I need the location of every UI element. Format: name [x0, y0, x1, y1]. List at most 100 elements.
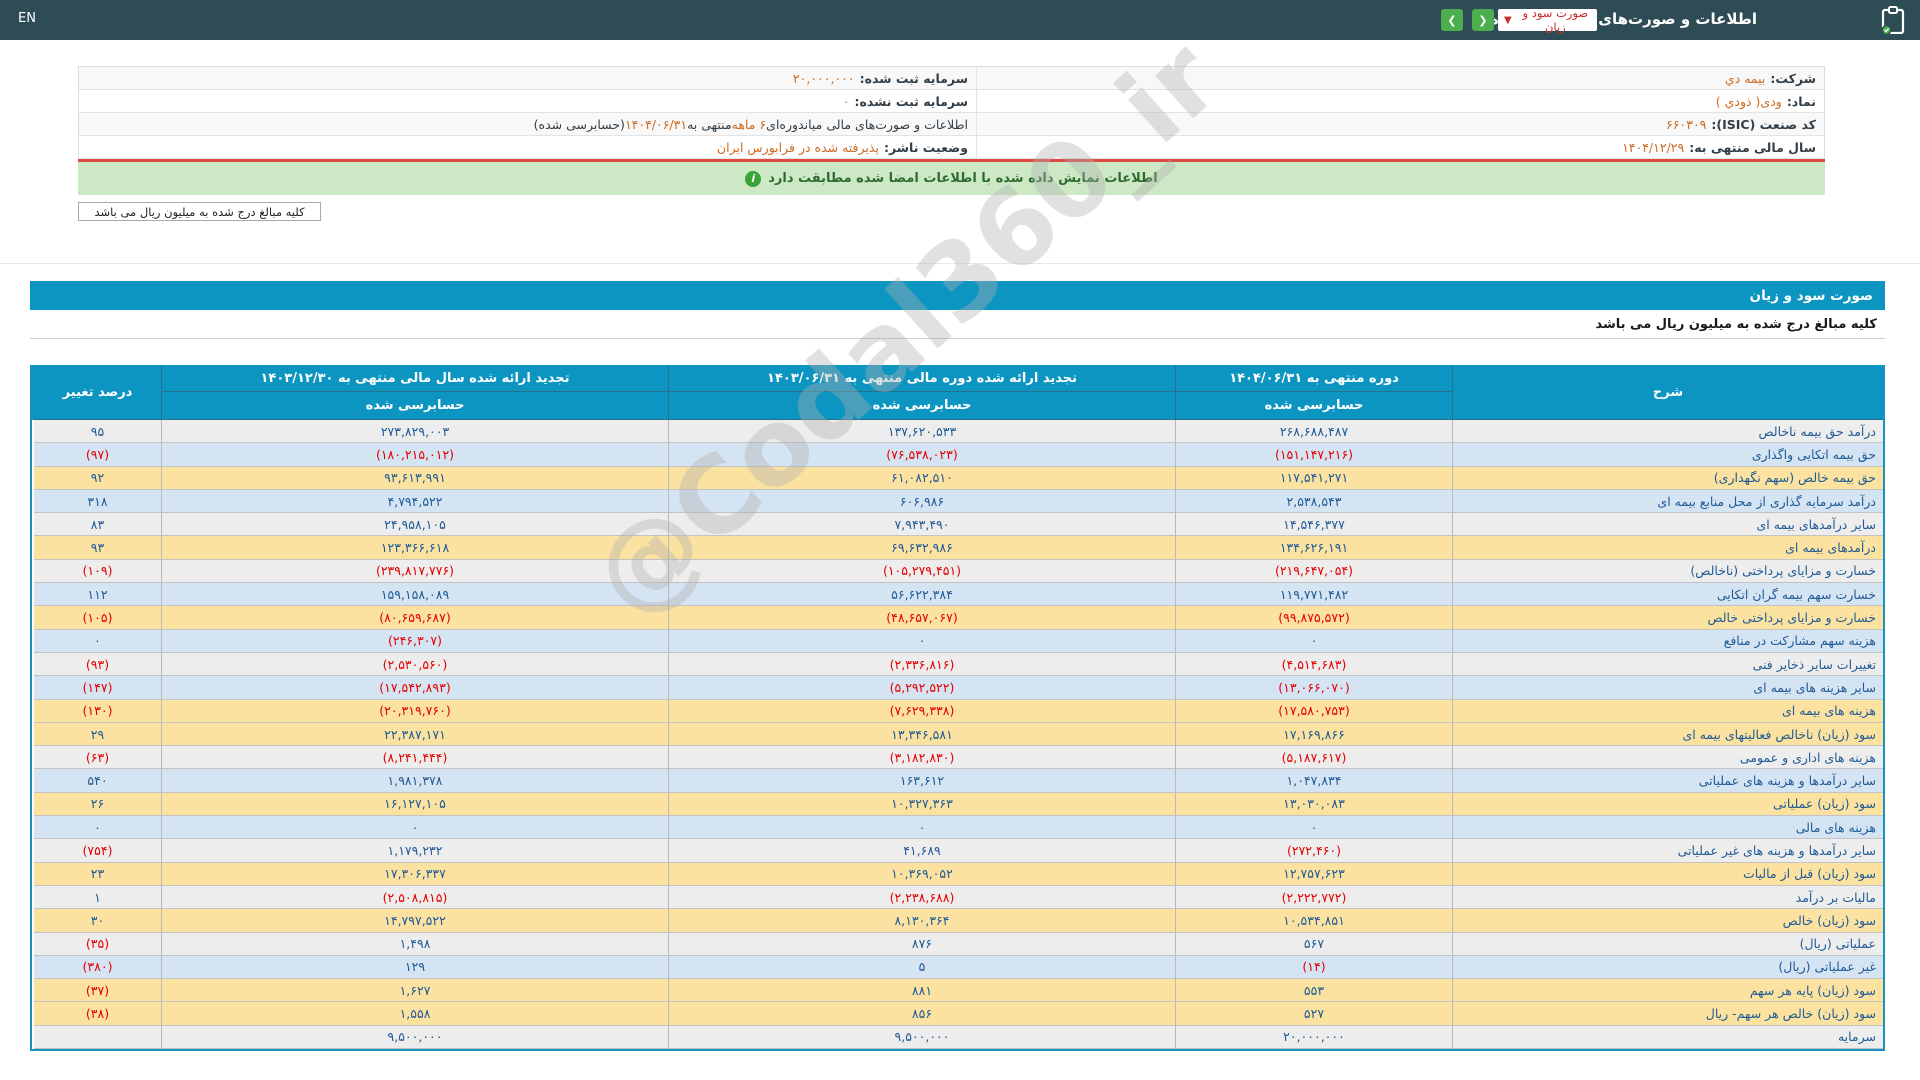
cell-chg: (۳۸۰): [34, 955, 162, 980]
info-icon: i: [745, 170, 762, 187]
fiscal-year-label: سال مالی منتهی به:: [1689, 139, 1816, 155]
row-label: درآمدهای بیمه ای: [1453, 536, 1883, 560]
prev-report-button[interactable]: ❮: [1441, 9, 1463, 31]
cell-chg: (۹۳): [34, 652, 162, 677]
column-header-prior-year: تجدید ارائه شده سال مالی منتهی به ۱۴۰۳/۱…: [162, 365, 669, 392]
cell-chg: ۱۱۲: [34, 583, 162, 607]
cell-v2: ۰: [669, 816, 1176, 840]
cell-v1: ۱,۰۴۷,۸۳۴: [1176, 769, 1453, 793]
next-report-button[interactable]: ❯: [1472, 9, 1494, 31]
cell-v3: ۲۴,۹۵۸,۱۰۵: [162, 513, 669, 537]
cell-chg: (۱۰۵): [34, 606, 162, 630]
cell-v3: ۱,۶۲۷: [162, 979, 669, 1003]
cell-v2: ۰: [669, 629, 1176, 653]
cell-chg: ۳۱۸: [34, 489, 162, 514]
row-label: سود (زیان) پایه هر سهم: [1453, 979, 1883, 1003]
fiscal-year-value: ۱۴۰۴/۱۲/۲۹: [1622, 139, 1685, 155]
cell-v1: ۱۷,۱۶۹,۸۶۶: [1176, 722, 1453, 747]
cell-v2: (۳,۱۸۲,۸۳۰): [669, 746, 1176, 770]
cell-chg: ۳۰: [34, 909, 162, 933]
column-header-description: شرح: [1453, 365, 1883, 420]
cell-v2: ۶۱,۰۸۲,۵۱۰: [669, 466, 1176, 490]
row-label: سایر هزینه های بیمه ای: [1453, 676, 1883, 700]
statement-title-bar: صورت سود و زیان: [30, 281, 1885, 310]
company-label: شرکت:: [1770, 70, 1816, 86]
cell-v1: ۱۴,۵۴۶,۳۷۷: [1176, 513, 1453, 537]
row-label: حق بیمه اتکایی واگذاری: [1453, 443, 1883, 467]
registered-capital-cell: سرمایه ثبت شده: ۲۰,۰۰۰,۰۰۰: [79, 67, 976, 89]
column-subheader-audited: حسابرسی شده: [669, 392, 1176, 420]
statement-unit-note: کلیه مبالغ درج شده به میلیون ریال می باش…: [30, 310, 1885, 339]
cell-v1: ۵۲۷: [1176, 1002, 1453, 1026]
cell-chg: (۳۷): [34, 979, 162, 1003]
top-bar: EN اطلاعات و صورت‌های مالی میاندوره‌ای ▼…: [0, 0, 1920, 40]
cell-v3: ۹۳,۶۱۳,۹۹۱: [162, 466, 669, 490]
listing-status-cell: وضعیت ناشر: پذیرفته شده در فرابورس ایران: [79, 136, 976, 158]
cell-v2: (۴۸,۶۵۷,۰۶۷): [669, 606, 1176, 630]
cell-chg: ۹۳: [34, 536, 162, 560]
company-info-row: کد صنعت (ISIC): ۶۶۰۳۰۹ اطلاعات و صورت‌ها…: [79, 113, 1824, 136]
column-subheader-audited: حسابرسی شده: [162, 392, 669, 420]
codal-financial-statement-page: { "colors": { "accent_blue": "#0d95c2", …: [0, 0, 1920, 1080]
cell-v2: ۴۱,۶۸۹: [669, 839, 1176, 863]
row-label: سود (زیان) ناخالص فعالیتهای بیمه ای: [1453, 722, 1883, 747]
cell-chg: ۰: [34, 816, 162, 840]
cell-v1: (۲۷۲,۴۶۰): [1176, 839, 1453, 863]
cell-v3: ۴,۷۹۴,۵۲۲: [162, 489, 669, 514]
cell-v1: (۱۳,۰۶۶,۰۷۰): [1176, 676, 1453, 700]
cell-v2: (۲,۳۳۶,۸۱۶): [669, 652, 1176, 677]
cell-chg: (۹۷): [34, 443, 162, 467]
period-note-part: اطلاعات و صورت‌های مالی میاندوره‌ای: [766, 116, 968, 132]
row-label: خسارت و مزایای پرداختی (ناخالص): [1453, 559, 1883, 584]
cell-v1: ۲۰,۰۰۰,۰۰۰: [1176, 1025, 1453, 1050]
cell-v1: (۱۴): [1176, 955, 1453, 980]
cell-v2: (۷,۶۲۹,۳۳۸): [669, 699, 1176, 723]
cell-v3: ۱,۱۷۹,۲۳۲: [162, 839, 669, 863]
income-statement-table: شرح دوره منتهی به ۱۴۰۴/۰۶/۳۱ تجدید ارائه…: [30, 365, 1885, 1052]
cell-chg: ۲۳: [34, 862, 162, 886]
isic-code-cell: کد صنعت (ISIC): ۶۶۰۳۰۹: [976, 113, 1824, 135]
cell-v3: (۲,۵۳۰,۵۶۰): [162, 652, 669, 677]
company-info-row: نماد: ودی( ذودي ) سرمایه ثبت نشده: ۰: [79, 90, 1824, 113]
cell-v2: ۱۳۷,۶۲۰,۵۳۳: [669, 420, 1176, 444]
cell-v3: (۸,۲۴۱,۴۴۴): [162, 746, 669, 770]
cell-v1: ۱۳,۰۳۰,۰۸۳: [1176, 792, 1453, 817]
report-type-selected-value: صورت سود و زیان: [1522, 6, 1589, 34]
cell-chg: (۱۳۰): [34, 699, 162, 723]
cell-v2: ۱۳,۳۴۶,۵۸۱: [669, 722, 1176, 747]
cell-v3: (۸۰,۶۵۹,۶۸۷): [162, 606, 669, 630]
registered-capital-label: سرمایه ثبت شده:: [859, 70, 968, 86]
cell-v2: ۵۶,۶۲۲,۳۸۴: [669, 583, 1176, 607]
row-label: درآمد سرمایه گذاری از محل منابع بیمه ای: [1453, 489, 1883, 514]
cell-v1: ۵۶۷: [1176, 932, 1453, 956]
cell-chg: [34, 1025, 162, 1050]
listing-status-value: پذیرفته شده در فرابورس ایران: [716, 139, 879, 155]
report-type-dropdown[interactable]: ▼ صورت سود و زیان: [1498, 6, 1597, 34]
registered-capital-value: ۲۰,۰۰۰,۰۰۰: [792, 70, 855, 86]
company-name-cell: شرکت: بیمه دي: [976, 67, 1824, 89]
cell-v2: ۱۰,۳۶۹,۰۵۲: [669, 862, 1176, 886]
language-toggle-en[interactable]: EN: [18, 11, 36, 26]
cell-v3: ۱,۴۹۸: [162, 932, 669, 956]
cell-v3: (۲۰,۳۱۹,۷۶۰): [162, 699, 669, 723]
company-info-row: شرکت: بیمه دي سرمایه ثبت شده: ۲۰,۰۰۰,۰۰۰: [79, 67, 1824, 90]
cell-v3: ۱۷,۳۰۶,۳۳۷: [162, 862, 669, 886]
unregistered-capital-cell: سرمایه ثبت نشده: ۰: [79, 90, 976, 112]
signature-match-message: اطلاعات نمایش داده شده با اطلاعات امضا ش…: [768, 171, 1158, 186]
unregistered-capital-value: ۰: [842, 93, 850, 109]
cell-v3: ۹,۵۰۰,۰۰۰: [162, 1025, 669, 1050]
cell-v1: (۹۹,۸۷۵,۵۷۲): [1176, 606, 1453, 630]
cell-v2: ۶۹,۶۳۲,۹۸۶: [669, 536, 1176, 560]
row-label: خسارت و مزایای پرداختی خالص: [1453, 606, 1883, 630]
ticker-label: نماد:: [1786, 93, 1816, 109]
row-label: سایر درآمدها و هزینه های غیر عملیاتی: [1453, 839, 1883, 863]
cell-v2: (۱۰۵,۲۷۹,۴۵۱): [669, 559, 1176, 584]
column-header-current-period: دوره منتهی به ۱۴۰۴/۰۶/۳۱: [1176, 365, 1453, 392]
table-body: درآمد حق بیمه ناخالص ۲۶۸,۶۸۸,۴۸۷ ۱۳۷,۶۲۰,۵…: [32, 420, 1883, 1050]
cell-v1: ۱۱۹,۷۷۱,۴۸۲: [1176, 583, 1453, 607]
fiscal-year-cell: سال مالی منتهی به: ۱۴۰۴/۱۲/۲۹: [976, 136, 1824, 158]
row-label: عملیاتی (ریال): [1453, 932, 1883, 956]
cell-chg: (۱۰۹): [34, 559, 162, 584]
cell-v1: ۲,۵۳۸,۵۴۳: [1176, 489, 1453, 514]
row-label: هزینه سهم مشارکت در منافع: [1453, 629, 1883, 653]
